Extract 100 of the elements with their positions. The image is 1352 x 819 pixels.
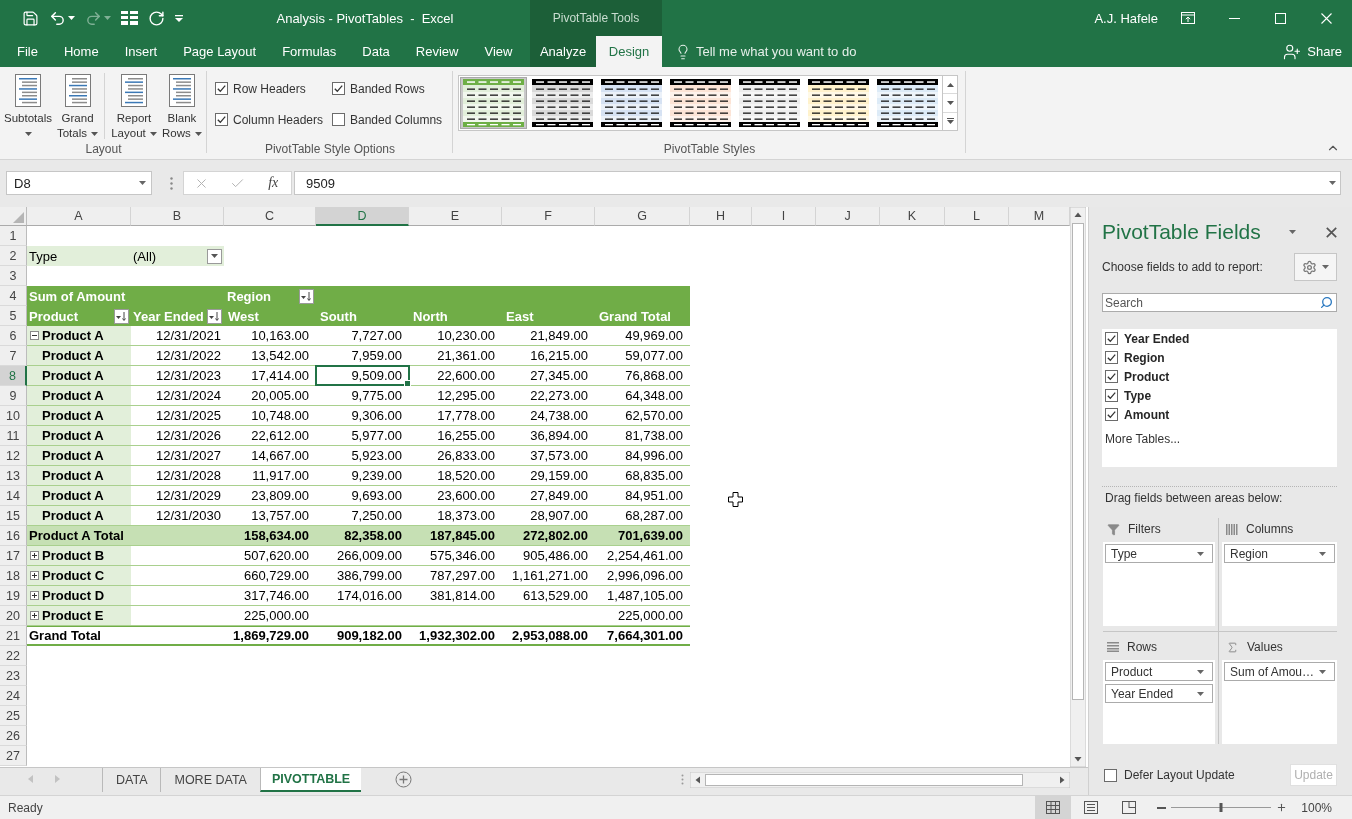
plus-box-icon[interactable] bbox=[30, 591, 39, 600]
checkbox[interactable] bbox=[332, 82, 345, 95]
checkbox[interactable] bbox=[1104, 768, 1117, 782]
layout-option-button[interactable]: Blank Rows bbox=[160, 67, 203, 141]
checkbox[interactable] bbox=[1105, 408, 1118, 421]
field-chip[interactable]: Year Ended bbox=[1105, 684, 1213, 703]
column-header[interactable]: F bbox=[502, 207, 595, 226]
ribbon-tab[interactable]: Formulas bbox=[269, 36, 350, 67]
field-dropdown-button[interactable] bbox=[299, 288, 314, 304]
column-header[interactable]: L bbox=[945, 207, 1009, 226]
more-tables-link[interactable]: More Tables... bbox=[1105, 430, 1181, 448]
field-settings-button[interactable] bbox=[1294, 253, 1337, 281]
share-button[interactable]: Share bbox=[1283, 36, 1352, 67]
field-chip[interactable]: Type bbox=[1105, 544, 1213, 563]
sheet-tab[interactable]: MORE DATA bbox=[160, 768, 260, 792]
row-header[interactable]: 11 bbox=[0, 426, 27, 446]
ribbon-tab[interactable]: File bbox=[4, 36, 51, 67]
column-header[interactable]: M bbox=[1009, 207, 1070, 226]
layout-option-button[interactable]: Report Layout bbox=[110, 67, 158, 141]
column-header[interactable]: H bbox=[690, 207, 752, 226]
column-header[interactable]: A bbox=[27, 207, 131, 226]
row-header[interactable]: 15 bbox=[0, 506, 27, 526]
view-button[interactable] bbox=[1035, 796, 1072, 819]
row-header[interactable]: 9 bbox=[0, 386, 27, 406]
name-box-input[interactable]: D8 bbox=[7, 172, 139, 194]
minus-box-icon[interactable] bbox=[30, 331, 39, 340]
vertical-scrollbar[interactable] bbox=[1070, 207, 1086, 767]
field-dropdown-button[interactable] bbox=[114, 308, 129, 324]
ribbon-tab[interactable]: View bbox=[471, 36, 526, 67]
filter-dropdown-button[interactable] bbox=[207, 248, 222, 264]
ribbon-tab[interactable]: Analyze bbox=[530, 36, 596, 67]
field-chip[interactable]: Sum of Amou… bbox=[1224, 662, 1335, 681]
checkbox[interactable] bbox=[1105, 351, 1118, 364]
add-sheet-button[interactable] bbox=[395, 771, 413, 788]
ribbon-tab[interactable]: Page Layout bbox=[170, 36, 270, 67]
fill-handle[interactable] bbox=[404, 380, 411, 387]
row-header[interactable]: 22 bbox=[0, 646, 27, 666]
ribbon-tab[interactable]: Design bbox=[596, 36, 662, 67]
value-text: 59,077.00 bbox=[625, 348, 683, 363]
plus-box-icon[interactable] bbox=[30, 551, 39, 560]
column-header[interactable]: J bbox=[816, 207, 880, 226]
pane-options-button[interactable] bbox=[1289, 230, 1296, 234]
row-header[interactable]: 13 bbox=[0, 466, 27, 486]
layout-option-button[interactable]: Subtotals bbox=[3, 67, 53, 141]
ribbon-tab[interactable]: Review bbox=[402, 36, 472, 67]
name-box[interactable]: D8 bbox=[6, 171, 152, 195]
close-button[interactable] bbox=[1326, 226, 1337, 238]
field-chip[interactable]: Region bbox=[1224, 544, 1335, 563]
row-header[interactable]: 7 bbox=[0, 346, 27, 366]
field-dropdown-button[interactable] bbox=[207, 308, 222, 324]
search-input[interactable]: Search bbox=[1103, 294, 1320, 311]
sheet-tab[interactable]: DATA bbox=[102, 768, 161, 792]
column-header[interactable]: E bbox=[409, 207, 502, 226]
row-header[interactable]: 23 bbox=[0, 666, 27, 686]
zoom-thumb[interactable] bbox=[1219, 803, 1223, 812]
sheet-tab[interactable]: PIVOTTABLE bbox=[259, 768, 362, 792]
row-header[interactable]: 26 bbox=[0, 726, 27, 746]
row-header[interactable]: 21 bbox=[0, 626, 27, 646]
field-chip[interactable]: Product bbox=[1105, 662, 1213, 681]
layout-option-button[interactable]: Grand Totals bbox=[55, 67, 100, 141]
row-header[interactable]: 25 bbox=[0, 706, 27, 726]
column-header[interactable]: K bbox=[880, 207, 945, 226]
row-header[interactable]: 3 bbox=[0, 266, 27, 286]
row-header[interactable]: 14 bbox=[0, 486, 27, 506]
row-header[interactable]: 2 bbox=[0, 246, 27, 266]
row-header[interactable]: 17 bbox=[0, 546, 27, 566]
column-header[interactable]: G bbox=[595, 207, 690, 226]
row-header[interactable]: 5 bbox=[0, 306, 27, 326]
column-header[interactable]: C bbox=[224, 207, 316, 226]
row-header[interactable]: 24 bbox=[0, 686, 27, 706]
row-header[interactable]: 20 bbox=[0, 606, 27, 626]
row-header[interactable]: 18 bbox=[0, 566, 27, 586]
selected-cell[interactable]: 9,509.00 bbox=[316, 366, 409, 385]
plus-box-icon[interactable] bbox=[30, 571, 39, 580]
ribbon-tab[interactable]: Data bbox=[349, 36, 403, 67]
search-field[interactable]: Search bbox=[1102, 293, 1337, 312]
tell-me-field[interactable]: Tell me what you want to do bbox=[696, 44, 868, 59]
caret-icon bbox=[1289, 230, 1296, 234]
horizontal-scrollbar[interactable] bbox=[690, 772, 1070, 788]
row-header[interactable]: 12 bbox=[0, 446, 27, 466]
row-header[interactable]: 10 bbox=[0, 406, 27, 426]
checkbox[interactable] bbox=[215, 82, 228, 95]
row-header[interactable]: 16 bbox=[0, 526, 27, 546]
checkbox[interactable] bbox=[215, 113, 228, 126]
checkbox[interactable] bbox=[1105, 389, 1118, 402]
ribbon-tab[interactable]: Home bbox=[50, 36, 112, 67]
ribbon-tab[interactable]: Insert bbox=[111, 36, 171, 67]
row-header[interactable]: 8 bbox=[0, 366, 27, 386]
plus-box-icon[interactable] bbox=[30, 611, 39, 620]
row-header[interactable]: 4 bbox=[0, 286, 27, 306]
checkbox[interactable] bbox=[1105, 332, 1118, 345]
checkbox[interactable] bbox=[1105, 370, 1118, 383]
row-header[interactable]: 27 bbox=[0, 746, 27, 766]
column-header[interactable]: I bbox=[752, 207, 816, 226]
checkbox[interactable] bbox=[332, 113, 345, 126]
row-header[interactable]: 1 bbox=[0, 226, 27, 246]
row-header[interactable]: 19 bbox=[0, 586, 27, 606]
column-header[interactable]: D bbox=[316, 207, 409, 226]
row-header[interactable]: 6 bbox=[0, 326, 27, 346]
column-header[interactable]: B bbox=[131, 207, 224, 226]
